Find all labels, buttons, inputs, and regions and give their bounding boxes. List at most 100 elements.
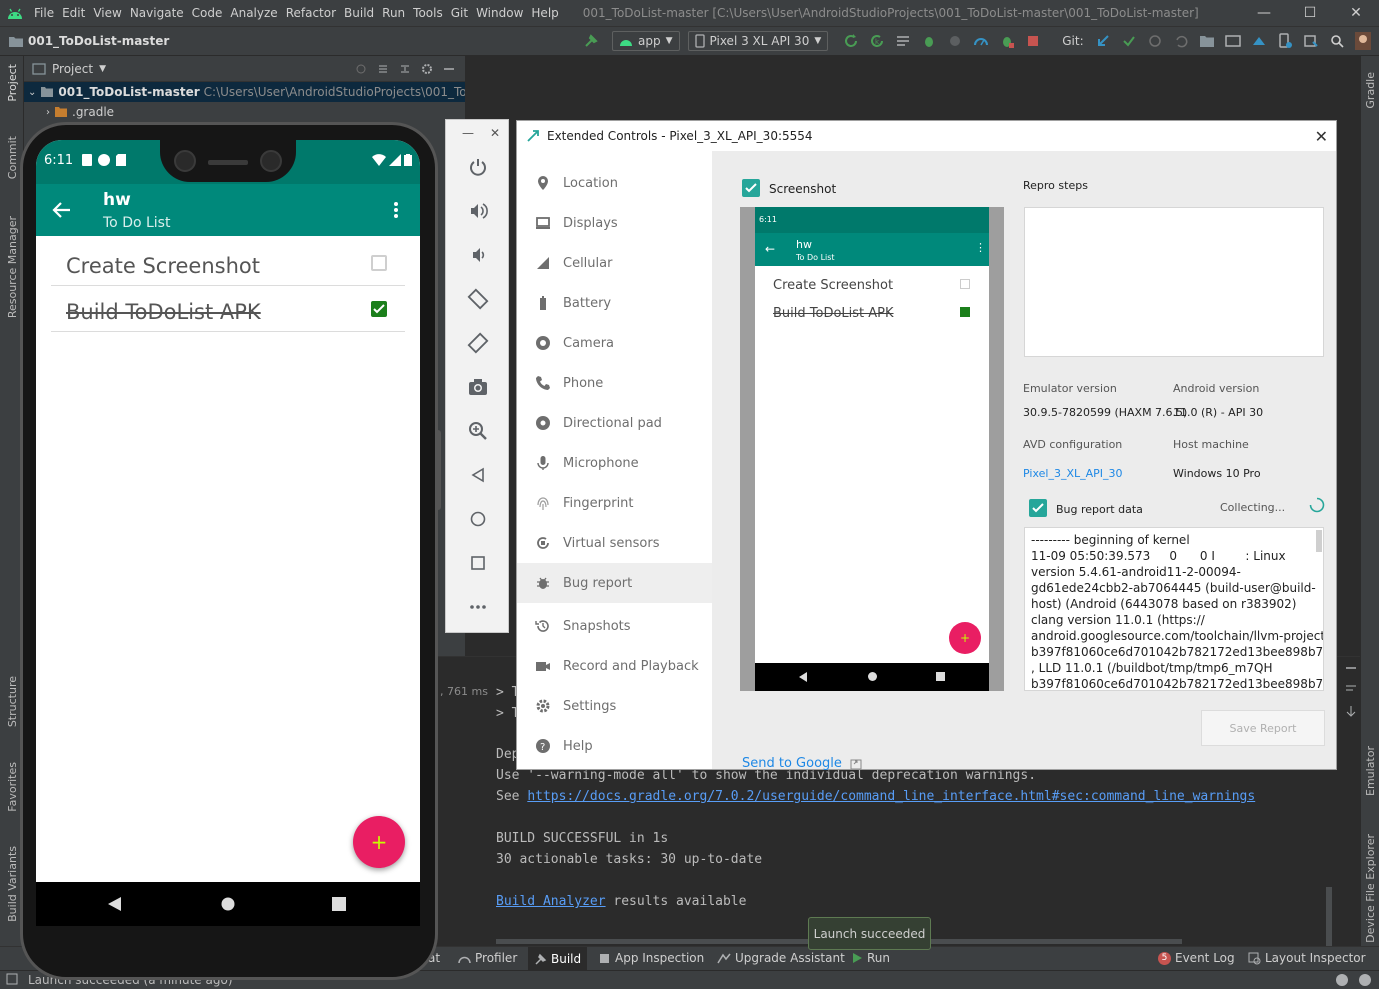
- nav-item-virtual-sensors[interactable]: Virtual sensors: [517, 523, 712, 563]
- smiley-icon[interactable]: [1335, 973, 1349, 987]
- git-update-arrow-icon[interactable]: [1094, 32, 1112, 50]
- hide-panel-icon[interactable]: [443, 63, 455, 75]
- build-analyzer-link[interactable]: Build Analyzer: [496, 894, 606, 909]
- dialog-close-button[interactable]: ✕: [1315, 127, 1328, 146]
- hide-panel-icon[interactable]: [1345, 663, 1357, 673]
- volume-up-button[interactable]: [446, 196, 510, 226]
- expand-all-icon[interactable]: [377, 63, 389, 75]
- tab-layout-inspector[interactable]: Layout Inspector: [1248, 951, 1366, 965]
- nav-item-settings[interactable]: Settings: [517, 686, 712, 726]
- nav-item-directional-pad[interactable]: Directional pad: [517, 403, 712, 443]
- scroll-to-end-icon[interactable]: [1345, 705, 1357, 717]
- tab-build[interactable]: Build: [528, 947, 588, 971]
- add-todo-fab[interactable]: +: [353, 816, 405, 868]
- nav-home-icon[interactable]: [221, 897, 235, 911]
- rotate-right-button[interactable]: [446, 328, 510, 358]
- project-name[interactable]: 001_ToDoList-master: [28, 34, 169, 48]
- apply-changes-restart-icon[interactable]: [842, 32, 860, 50]
- todo-item[interactable]: Build ToDoList APK: [51, 286, 405, 332]
- sdk-download-icon[interactable]: [1302, 32, 1320, 50]
- overview-button[interactable]: [446, 548, 510, 578]
- menu-refactor[interactable]: Refactor: [282, 6, 340, 20]
- avd-config-link[interactable]: Pixel_3_XL_API_30: [1023, 467, 1123, 480]
- nav-back-icon[interactable]: [108, 897, 122, 911]
- menu-git[interactable]: Git: [447, 6, 472, 20]
- tab-profiler[interactable]: Profiler: [458, 951, 517, 965]
- nav-item-help[interactable]: ? Help: [517, 726, 712, 766]
- tree-row-root[interactable]: ⌄ 001_ToDoList-master C:\Users\User\Andr…: [24, 82, 465, 102]
- power-button[interactable]: [446, 152, 510, 182]
- debug-bug-icon[interactable]: [920, 32, 938, 50]
- home-button[interactable]: [446, 504, 510, 534]
- gear-icon[interactable]: [421, 63, 433, 75]
- nav-item-camera[interactable]: Camera: [517, 323, 712, 363]
- menu-tools[interactable]: Tools: [409, 6, 447, 20]
- screenshot-checkbox[interactable]: [742, 179, 760, 197]
- nav-item-fingerprint[interactable]: Fingerprint: [517, 483, 712, 523]
- menu-edit[interactable]: Edit: [58, 6, 89, 20]
- collapse-all-icon[interactable]: [399, 63, 411, 75]
- tab-project[interactable]: Project: [0, 64, 24, 102]
- tab-gradle[interactable]: Gradle: [1361, 72, 1379, 109]
- nav-item-snapshots[interactable]: Snapshots: [517, 606, 712, 646]
- project-view-select[interactable]: Project: [52, 62, 93, 76]
- menu-build[interactable]: Build: [340, 6, 378, 20]
- gradle-docs-link[interactable]: https://docs.gradle.org/7.0.2/userguide/…: [527, 789, 1255, 804]
- log-scrollbar[interactable]: [1316, 530, 1322, 552]
- nav-item-bug-report[interactable]: Bug report: [517, 563, 712, 603]
- status-toggle-icon[interactable]: [6, 973, 18, 985]
- menu-run[interactable]: Run: [378, 6, 409, 20]
- logcat-lines-icon[interactable]: [894, 32, 912, 50]
- save-report-button[interactable]: Save Report: [1201, 710, 1325, 746]
- nav-item-cellular[interactable]: Cellular: [517, 243, 712, 283]
- avd-manager-icon[interactable]: [1224, 32, 1242, 50]
- repro-steps-textarea[interactable]: [1024, 207, 1324, 357]
- device-select[interactable]: Pixel 3 XL API 30 ▼: [687, 31, 829, 51]
- stop-icon[interactable]: [1024, 32, 1042, 50]
- menu-window[interactable]: Window: [472, 6, 527, 20]
- menu-analyze[interactable]: Analyze: [226, 6, 281, 20]
- nav-item-phone[interactable]: Phone: [517, 363, 712, 403]
- locate-icon[interactable]: [355, 63, 367, 75]
- send-to-google-link[interactable]: Send to Google: [742, 756, 862, 771]
- tab-upgrade-assistant[interactable]: Upgrade Assistant: [717, 951, 845, 965]
- device-manager-icon[interactable]: [1276, 32, 1294, 50]
- tab-device-file-explorer[interactable]: Device File Explorer: [1361, 834, 1379, 943]
- run-config-select[interactable]: app ▼: [612, 31, 680, 51]
- volume-down-button[interactable]: [446, 240, 510, 270]
- todo-checkbox[interactable]: [371, 301, 387, 317]
- menu-navigate[interactable]: Navigate: [126, 6, 188, 20]
- tab-run[interactable]: Run: [851, 951, 890, 965]
- project-structure-icon[interactable]: [1198, 32, 1216, 50]
- menu-view[interactable]: View: [89, 6, 125, 20]
- apply-code-changes-icon[interactable]: k: [868, 32, 886, 50]
- maximize-button[interactable]: ☐: [1287, 5, 1333, 21]
- phone-side-button[interactable]: [435, 430, 441, 510]
- zoom-button[interactable]: [446, 416, 510, 446]
- git-rollback-icon[interactable]: [1172, 32, 1190, 50]
- tree-row-gradle[interactable]: › .gradle: [24, 102, 465, 122]
- nav-item-microphone[interactable]: Microphone: [517, 443, 712, 483]
- menu-code[interactable]: Code: [188, 6, 227, 20]
- user-avatar[interactable]: [1354, 32, 1372, 50]
- tab-app-inspection[interactable]: App Inspection: [598, 951, 704, 965]
- profiler-gauge-icon[interactable]: [972, 32, 990, 50]
- git-commit-check-icon[interactable]: [1120, 32, 1138, 50]
- coverage-icon[interactable]: [946, 32, 964, 50]
- menu-file[interactable]: File: [30, 6, 58, 20]
- soft-wrap-icon[interactable]: [1345, 683, 1357, 695]
- nav-item-record-and-playback[interactable]: Record and Playback: [517, 646, 712, 686]
- more-button[interactable]: [446, 592, 510, 622]
- screenshot-button[interactable]: [446, 372, 510, 402]
- attach-debugger-icon[interactable]: [998, 32, 1016, 50]
- rotate-left-button[interactable]: [446, 284, 510, 314]
- bug-report-data-checkbox[interactable]: [1029, 499, 1047, 517]
- close-window-button[interactable]: ✕: [1333, 5, 1379, 21]
- nav-item-location[interactable]: Location: [517, 163, 712, 203]
- tab-emulator[interactable]: Emulator: [1361, 746, 1379, 796]
- back-button[interactable]: [446, 460, 510, 490]
- emulator-minimize-button[interactable]: —: [462, 126, 474, 140]
- todo-item[interactable]: Create Screenshot: [51, 240, 405, 286]
- back-arrow-icon[interactable]: [52, 200, 72, 220]
- sdk-manager-icon[interactable]: [1250, 32, 1268, 50]
